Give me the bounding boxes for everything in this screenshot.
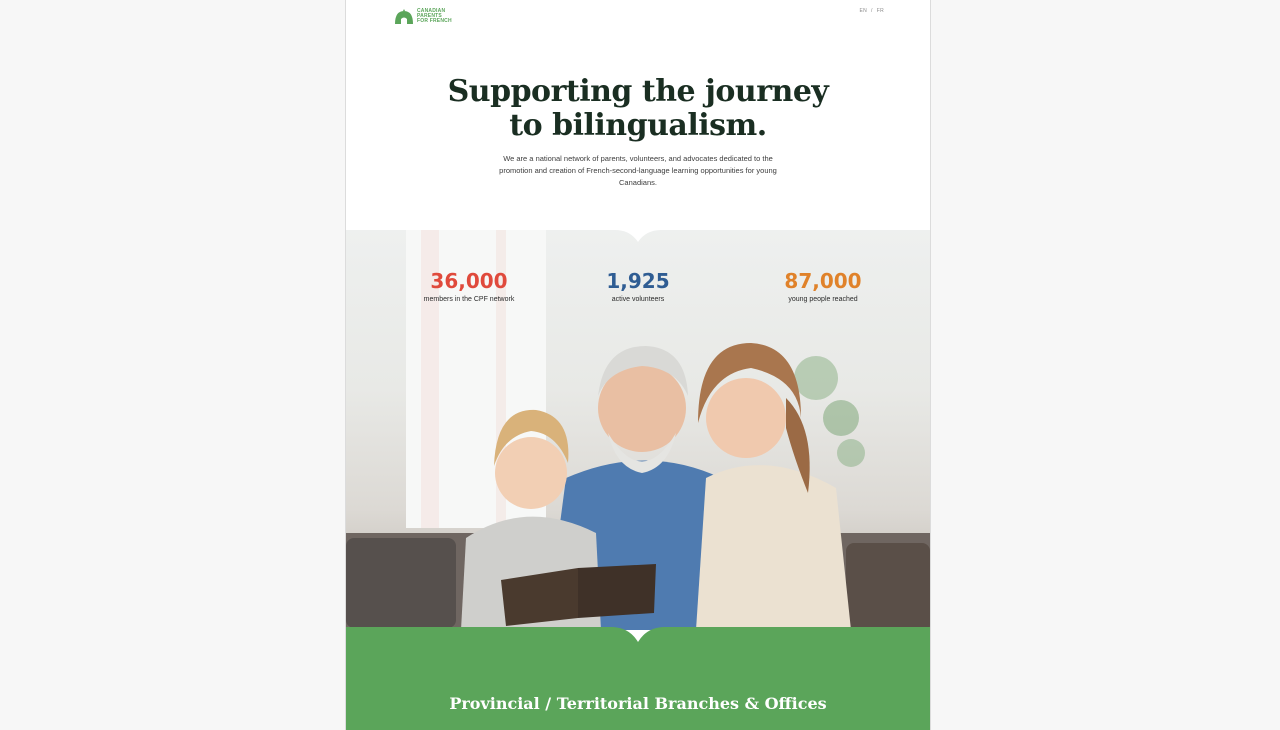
cpf-logo[interactable]: CANADIAN PARENTS FOR FRENCH <box>394 8 452 24</box>
lang-en-link[interactable]: EN <box>859 8 867 14</box>
headline-line-2: to bilingualism. <box>509 108 767 143</box>
hero-headline: Supporting the journey to bilingualism. <box>346 75 930 143</box>
lang-separator: / <box>871 8 873 14</box>
stat-volunteers-label: active volunteers <box>611 296 665 303</box>
stat-members-value: 36,000 <box>430 269 508 293</box>
page: CANADIAN PARENTS FOR FRENCH EN / FR Supp… <box>345 0 931 730</box>
branches-title[interactable]: Provincial / Territorial Branches & Offi… <box>346 694 930 713</box>
logo-text: CANADIAN PARENTS FOR FRENCH <box>417 8 452 24</box>
logo-line-3: FOR FRENCH <box>417 17 452 24</box>
stat-members: 36,000 members in the CPF network <box>394 268 544 303</box>
stat-young-people: 87,000 young people reached <box>748 268 898 303</box>
maple-arch-icon <box>395 9 413 24</box>
language-switcher: EN / FR <box>859 8 884 14</box>
branches-band-shape <box>346 627 930 730</box>
lang-fr-link[interactable]: FR <box>877 8 884 14</box>
photo-top-notch <box>346 228 930 242</box>
stat-members-label: members in the CPF network <box>423 296 515 303</box>
stat-volunteers-value: 1,925 <box>606 269 670 293</box>
branches-section: Provincial / Territorial Branches & Offi… <box>346 627 930 730</box>
stat-young-people-label: young people reached <box>788 296 858 303</box>
headline-line-1: Supporting the journey <box>447 74 829 109</box>
stat-volunteers: 1,925 active volunteers <box>563 268 713 303</box>
hero-intro: We are a national network of parents, vo… <box>499 154 777 187</box>
stat-young-people-value: 87,000 <box>784 269 862 293</box>
